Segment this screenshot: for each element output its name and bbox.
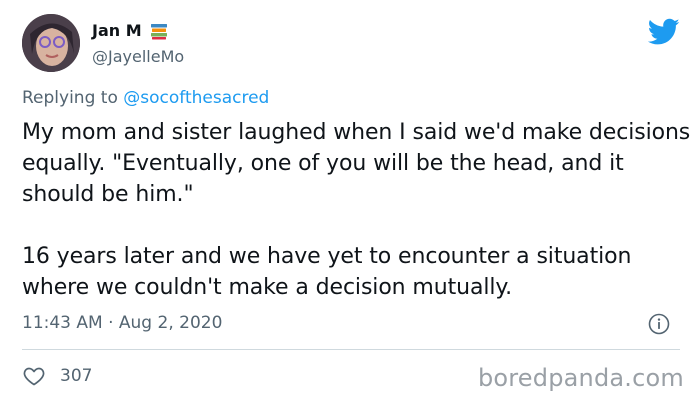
twitter-bird-icon[interactable] — [648, 18, 680, 46]
display-name[interactable]: Jan M — [92, 21, 142, 40]
like-count: 307 — [60, 366, 93, 386]
tweet-timestamp[interactable]: 11:43 AM · Aug 2, 2020 — [22, 313, 222, 333]
like-button[interactable]: 307 — [22, 364, 92, 388]
divider — [22, 349, 680, 350]
books-icon — [150, 23, 167, 39]
author-handle[interactable]: @JayelleMo — [92, 47, 184, 66]
tweet-text: My mom and sister laughed when I said we… — [22, 120, 691, 300]
heart-icon[interactable] — [22, 364, 46, 388]
watermark: boredpanda.com — [477, 364, 684, 392]
replying-to: Replying to @socofthesacred — [22, 88, 269, 108]
reply-mention-link[interactable]: @socofthesacred — [123, 88, 269, 108]
avatar[interactable] — [22, 14, 80, 72]
author-name-row[interactable]: Jan M — [92, 21, 168, 40]
replying-to-label: Replying to — [22, 88, 118, 108]
info-icon[interactable] — [648, 313, 670, 335]
